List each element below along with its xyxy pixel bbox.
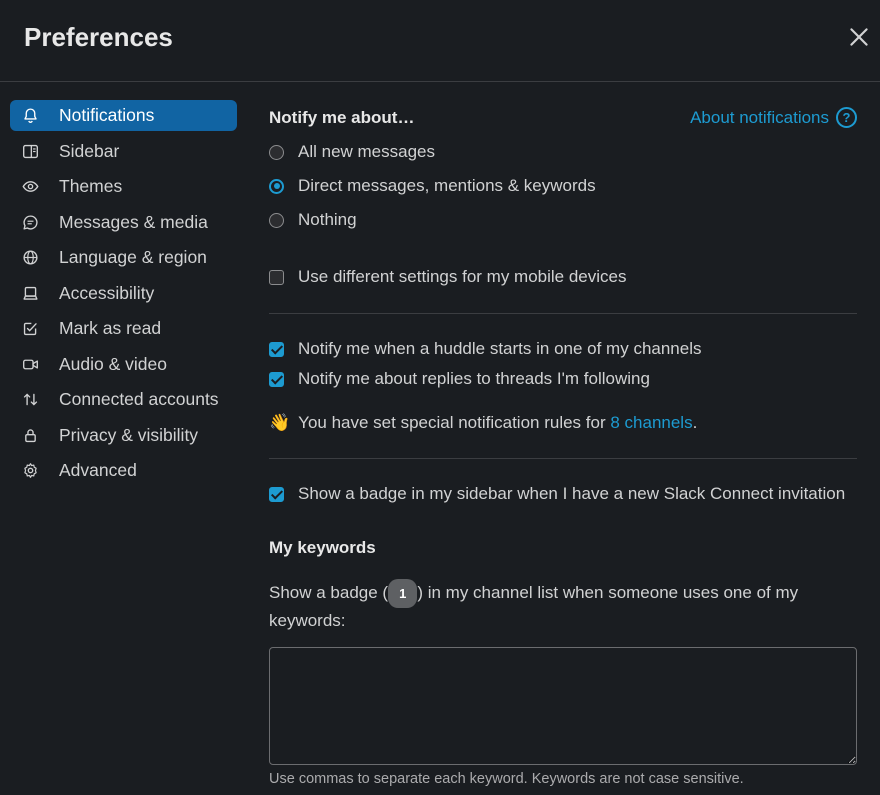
sidebar-item-advanced[interactable]: Advanced (10, 455, 237, 486)
sidebar: Notifications Sidebar Themes Messages & … (10, 100, 237, 491)
sidebar-item-label: Messages & media (59, 211, 208, 232)
gear-icon (20, 461, 40, 481)
sidebar-item-label: Sidebar (59, 140, 120, 161)
sidebar-item-messages-media[interactable]: Messages & media (10, 207, 237, 238)
page-title: Preferences (24, 22, 173, 52)
sidebar-item-label: Audio & video (59, 353, 167, 374)
threads-checkbox[interactable]: Notify me about replies to threads I'm f… (269, 369, 650, 389)
radio-button[interactable] (269, 178, 284, 194)
divider (269, 458, 857, 459)
sidebar-item-connected-accounts[interactable]: Connected accounts (10, 384, 237, 415)
radio-button[interactable] (269, 144, 284, 160)
radio-nothing[interactable]: Nothing (269, 210, 357, 230)
help-icon: ? (836, 107, 857, 128)
checkbox-label: Notify me about replies to threads I'm f… (298, 369, 650, 388)
sidebar-item-label: Themes (59, 176, 123, 196)
sidebar-item-sidebar[interactable]: Sidebar (10, 136, 237, 167)
radio-label: All new messages (298, 142, 436, 161)
bell-icon (20, 106, 40, 126)
channels-link[interactable]: 8 channels (610, 413, 692, 433)
check-square-icon (20, 319, 40, 339)
sidebar-item-label: Advanced (59, 460, 137, 480)
video-icon (20, 354, 40, 374)
lock-icon (20, 425, 40, 445)
keywords-input[interactable] (269, 647, 857, 765)
globe-icon (20, 248, 40, 268)
sidebar-item-label: Mark as read (59, 318, 162, 338)
radio-direct-mentions-keywords[interactable]: Direct messages, mentions & keywords (269, 176, 596, 196)
arrows-icon (20, 390, 40, 410)
slack-connect-badge-checkbox[interactable]: Show a badge in my sidebar when I have a… (269, 484, 845, 504)
sidebar-item-themes[interactable]: Themes (10, 171, 237, 202)
checkbox[interactable] (269, 486, 284, 502)
laptop-icon (20, 283, 40, 303)
sidebar-item-label: Privacy & visibility (59, 424, 199, 445)
about-notifications-link[interactable]: About notifications ? (690, 107, 857, 128)
radio-label: Nothing (298, 210, 357, 229)
sidebar-item-label: Connected accounts (59, 389, 219, 409)
keywords-desc-start: Show a badge ( (269, 582, 389, 602)
keywords-hint: Use commas to separate each keyword. Key… (269, 771, 744, 787)
eye-icon (20, 177, 40, 197)
checkbox-label: Notify me when a huddle starts in one of… (298, 339, 702, 358)
special-rules-period: . (692, 413, 698, 432)
waving-hand-icon: 👋 (269, 413, 291, 432)
sidebar-item-audio-video[interactable]: Audio & video (10, 349, 237, 380)
sidebar-item-mark-as-read[interactable]: Mark as read (10, 313, 237, 344)
mobile-settings-checkbox[interactable]: Use different settings for my mobile dev… (269, 267, 627, 287)
huddle-checkbox[interactable]: Notify me when a huddle starts in one of… (269, 339, 702, 359)
checkbox[interactable] (269, 269, 284, 285)
checkbox-label: Show a badge in my sidebar when I have a… (298, 484, 846, 503)
checkbox-label: Use different settings for my mobile dev… (298, 267, 627, 286)
sidebar-item-label: Accessibility (59, 282, 155, 303)
checkbox[interactable] (269, 371, 284, 387)
special-rules-notice: 👋 You have set special notification rule… (269, 413, 697, 433)
special-rules-text: You have set special notification rules … (298, 413, 606, 432)
sidebar-icon (20, 141, 40, 161)
close-icon[interactable] (846, 24, 872, 50)
message-icon (20, 212, 40, 232)
radio-label: Direct messages, mentions & keywords (298, 176, 596, 195)
sidebar-item-label: Notifications (59, 105, 155, 125)
radio-button[interactable] (269, 212, 284, 228)
divider (269, 313, 857, 314)
count-badge: 1 (388, 579, 418, 608)
sidebar-item-accessibility[interactable]: Accessibility (10, 278, 237, 309)
header: Preferences (0, 0, 880, 82)
checkbox[interactable] (269, 341, 284, 357)
about-notifications-label: About notifications (690, 107, 829, 127)
sidebar-item-notifications[interactable]: Notifications (10, 100, 237, 131)
sidebar-item-label: Language & region (59, 247, 207, 267)
sidebar-item-privacy-visibility[interactable]: Privacy & visibility (10, 420, 237, 451)
notify-title: Notify me about… (269, 108, 415, 127)
keywords-title: My keywords (269, 538, 376, 557)
radio-all-new-messages[interactable]: All new messages (269, 142, 435, 162)
sidebar-item-language-region[interactable]: Language & region (10, 242, 237, 273)
keywords-description: Show a badge (1) in my channel list when… (269, 579, 829, 633)
